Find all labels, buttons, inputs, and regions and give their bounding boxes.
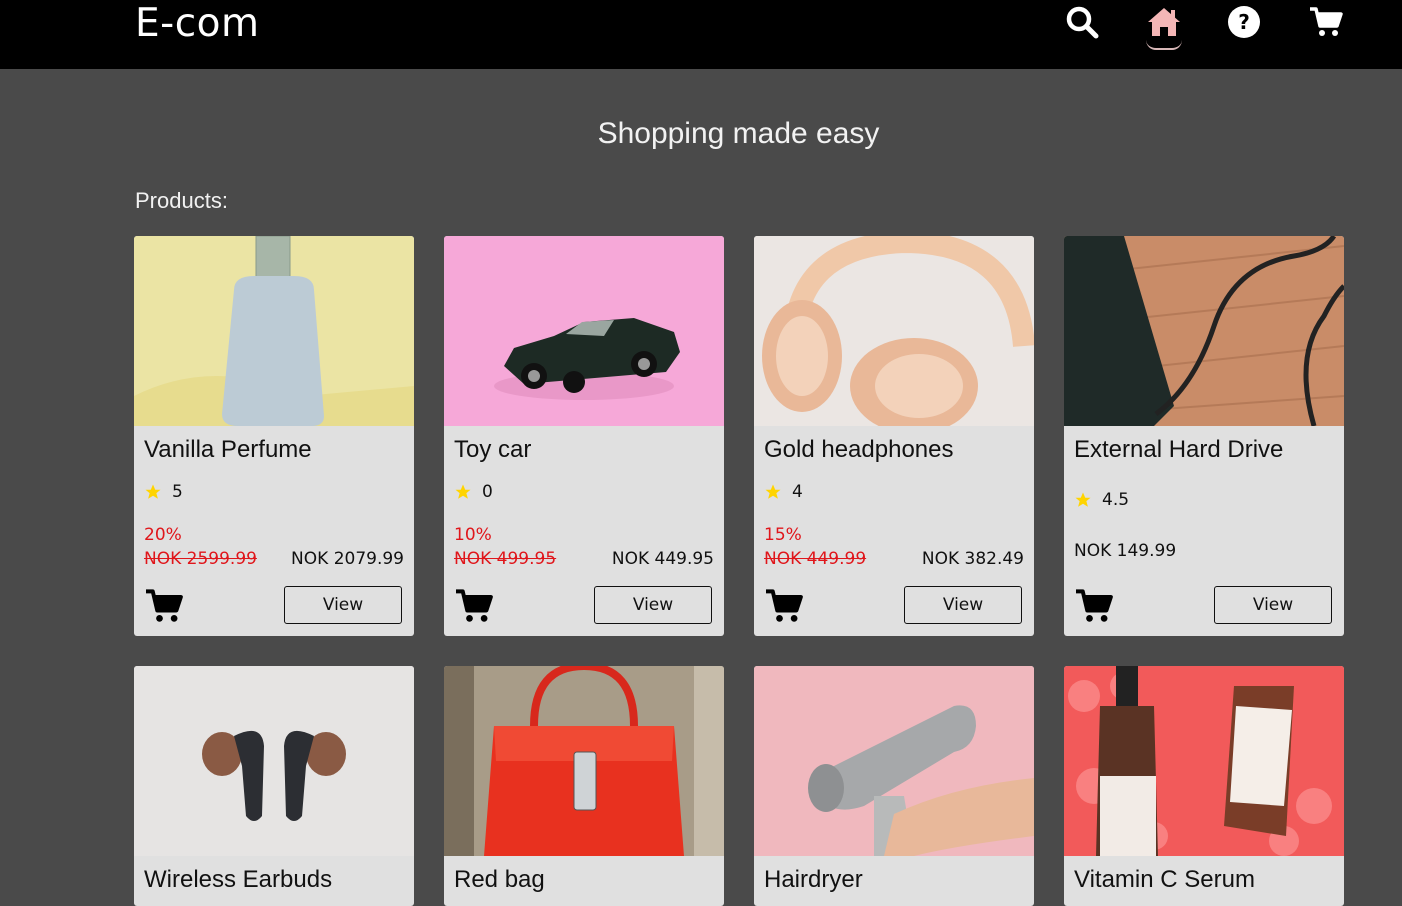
product-rating: 4: [764, 482, 803, 502]
top-navbar: E-com ?: [0, 0, 1402, 69]
sale-price: NOK 449.95: [611, 549, 714, 569]
star-icon: [765, 484, 781, 499]
product-rating: 0: [454, 482, 493, 502]
view-button[interactable]: View: [904, 586, 1022, 624]
add-to-cart-icon[interactable]: [1074, 588, 1114, 624]
rating-value: 0: [482, 482, 493, 502]
cart-icon[interactable]: [1308, 4, 1344, 40]
rating-value: 4: [792, 482, 803, 502]
product-image[interactable]: [444, 666, 724, 856]
product-image[interactable]: [1064, 666, 1344, 856]
product-card: Vanilla Perfume 5 20% NOK 2599.99 NOK 20…: [134, 236, 414, 636]
view-button[interactable]: View: [284, 586, 402, 624]
product-image[interactable]: [134, 236, 414, 426]
original-price: NOK 2599.99: [144, 549, 257, 569]
product-card: Hairdryer: [754, 666, 1034, 906]
product-name[interactable]: Red bag: [454, 866, 545, 894]
product-image[interactable]: [1064, 236, 1344, 426]
add-to-cart-icon[interactable]: [454, 588, 494, 624]
view-button[interactable]: View: [1214, 586, 1332, 624]
product-card: Vitamin C Serum: [1064, 666, 1344, 906]
add-to-cart-icon[interactable]: [764, 588, 804, 624]
product-name[interactable]: Hairdryer: [764, 866, 863, 894]
active-nav-indicator: [1146, 40, 1182, 50]
help-icon[interactable]: ?: [1226, 4, 1262, 40]
rating-value: 5: [172, 482, 183, 502]
product-card: Gold headphones 4 15% NOK 449.99 NOK 382…: [754, 236, 1034, 636]
original-price: NOK 449.99: [764, 549, 867, 569]
site-logo[interactable]: E-com: [135, 2, 260, 46]
products-heading: Products:: [135, 188, 228, 213]
product-name[interactable]: Gold headphones: [764, 436, 954, 464]
product-name[interactable]: External Hard Drive: [1074, 436, 1283, 464]
product-name[interactable]: Wireless Earbuds: [144, 866, 332, 894]
price: NOK 149.99: [1074, 541, 1177, 561]
discount-badge: 10%: [454, 525, 492, 545]
product-name[interactable]: Vanilla Perfume: [144, 436, 312, 464]
product-card: External Hard Drive 4.5 NOK 149.99 View: [1064, 236, 1344, 636]
product-card: Toy car 0 10% NOK 499.95 NOK 449.95 View: [444, 236, 724, 636]
product-image[interactable]: [754, 666, 1034, 856]
star-icon: [1075, 492, 1091, 507]
sale-price: NOK 2079.99: [291, 549, 404, 569]
search-icon[interactable]: [1064, 4, 1100, 40]
product-image[interactable]: [754, 236, 1034, 426]
product-card: Wireless Earbuds: [134, 666, 414, 906]
product-rating: 4.5: [1074, 490, 1129, 510]
sale-price: NOK 382.49: [921, 549, 1024, 569]
rating-value: 4.5: [1102, 490, 1130, 510]
product-name[interactable]: Vitamin C Serum: [1074, 866, 1255, 894]
add-to-cart-icon[interactable]: [144, 588, 184, 624]
product-name[interactable]: Toy car: [454, 436, 531, 464]
product-image[interactable]: [134, 666, 414, 856]
view-button[interactable]: View: [594, 586, 712, 624]
svg-text:?: ?: [1238, 10, 1250, 34]
product-image[interactable]: [444, 236, 724, 426]
star-icon: [455, 484, 471, 499]
home-icon[interactable]: [1146, 4, 1182, 40]
original-price: NOK 499.95: [454, 549, 557, 569]
hero-title: Shopping made easy: [597, 117, 880, 150]
product-rating: 5: [144, 482, 183, 502]
star-icon: [145, 484, 161, 499]
product-card: Red bag: [444, 666, 724, 906]
discount-badge: 15%: [764, 525, 802, 545]
discount-badge: 20%: [144, 525, 182, 545]
